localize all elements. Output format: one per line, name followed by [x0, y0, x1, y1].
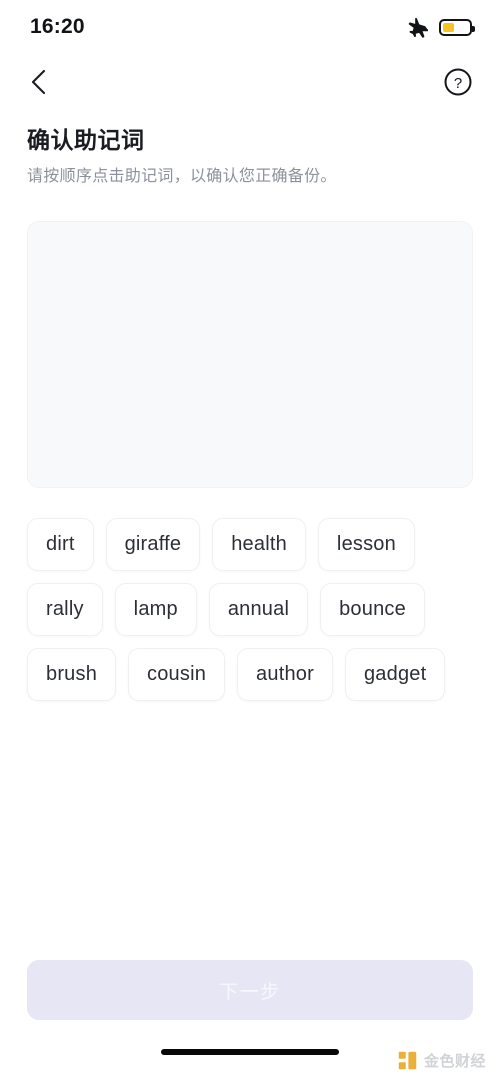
airplane-mode-icon — [408, 17, 428, 38]
header-block: 确认助记词 请按顺序点击助记词，以确认您正确备份。 — [0, 110, 500, 189]
help-button[interactable]: ? — [442, 66, 474, 98]
next-button[interactable]: 下一步 — [27, 960, 473, 1020]
chevron-left-icon — [31, 69, 46, 95]
word-chip[interactable]: lamp — [114, 582, 197, 636]
word-chip[interactable]: health — [212, 517, 306, 571]
jinse-logo-icon — [398, 1051, 417, 1070]
app-screen: 16:20 ? 确认助记词 请按顺序点击助记词，以确认您正确备份。 dirt g… — [0, 0, 500, 1083]
word-chip[interactable]: author — [237, 647, 333, 701]
word-chip[interactable]: gadget — [344, 647, 446, 701]
word-chip[interactable]: lesson — [317, 517, 415, 571]
watermark-text: 金色财经 — [423, 1053, 486, 1070]
word-chip[interactable]: annual — [208, 582, 309, 636]
status-time: 16:20 — [30, 15, 85, 38]
footer: 金色财经 — [0, 1020, 500, 1083]
home-indicator — [161, 1048, 339, 1055]
question-circle-icon: ? — [444, 68, 472, 96]
word-chip[interactable]: rally — [27, 582, 103, 636]
word-chip[interactable]: giraffe — [105, 517, 201, 571]
word-chip[interactable]: dirt — [27, 517, 94, 571]
svg-text:?: ? — [454, 75, 462, 92]
watermark: 金色财经 — [397, 1050, 486, 1071]
nav-bar: ? — [0, 54, 500, 110]
page-title: 确认助记词 — [27, 127, 145, 153]
status-indicators — [406, 16, 475, 38]
cta-container: 下一步 — [0, 960, 500, 1020]
flex-spacer — [0, 701, 500, 960]
word-bank: dirt giraffe health lesson rally lamp annual bo… — [27, 517, 473, 701]
status-bar: 16:20 — [0, 0, 500, 54]
word-chip[interactable]: bounce — [320, 582, 425, 636]
page-subtitle: 请按顺序点击助记词，以确认您正确备份。 — [27, 167, 337, 185]
word-chip[interactable]: brush — [27, 647, 117, 701]
selected-words-panel[interactable] — [27, 220, 473, 488]
back-button[interactable] — [22, 65, 56, 99]
word-chip[interactable]: cousin — [128, 647, 226, 701]
battery-icon — [439, 18, 475, 36]
